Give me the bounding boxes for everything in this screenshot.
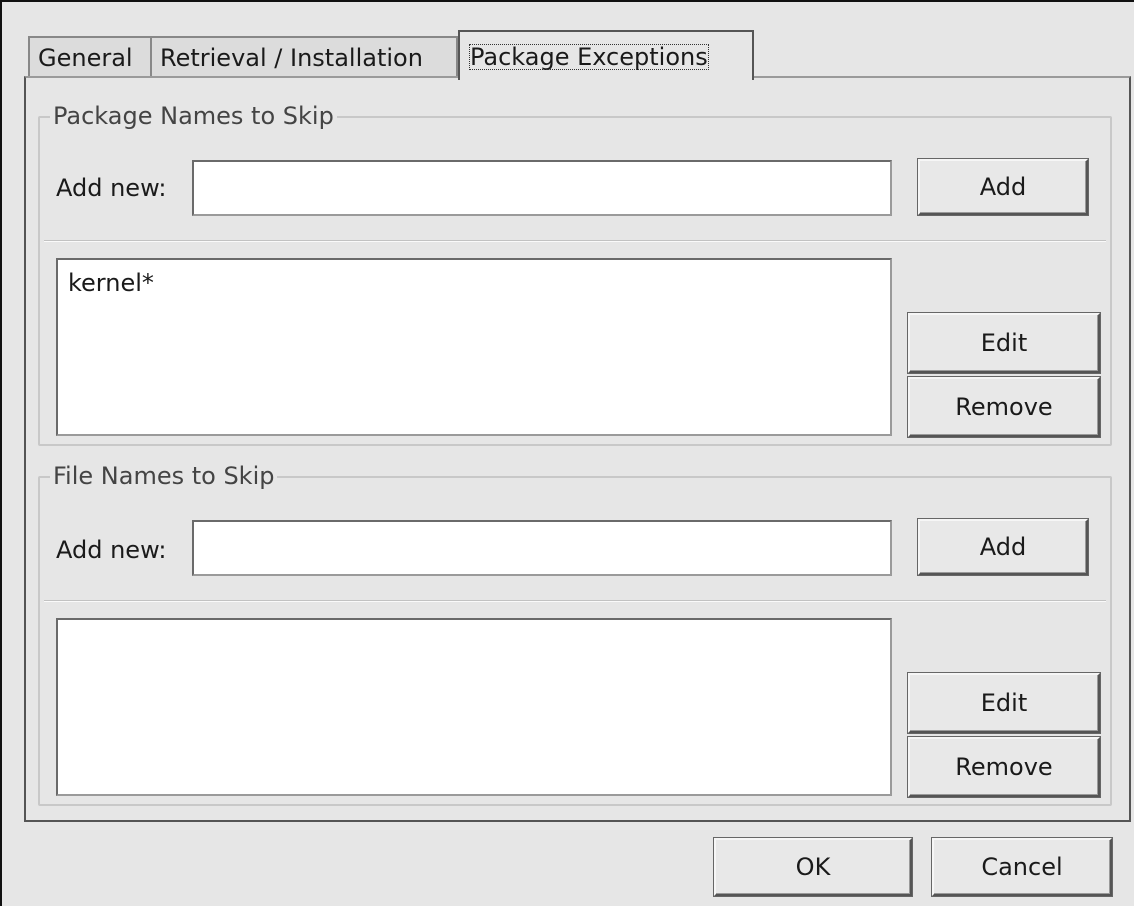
file-names-frame-title: File Names to Skip [50, 462, 278, 490]
file-remove-button[interactable]: Remove [908, 737, 1100, 797]
file-add-button[interactable]: Add [918, 519, 1088, 575]
tab-package-exceptions[interactable]: Package Exceptions [458, 30, 754, 80]
file-edit-button[interactable]: Edit [908, 673, 1100, 733]
ok-button[interactable]: OK [714, 838, 912, 896]
package-add-label: Add new: [56, 174, 167, 202]
file-separator [44, 600, 1106, 602]
file-names-frame: File Names to Skip Add new: Add Edit Rem… [38, 462, 1112, 806]
package-remove-button[interactable]: Remove [908, 377, 1100, 437]
tab-general[interactable]: General [28, 36, 152, 78]
file-edit-button-label: Edit [980, 689, 1028, 717]
package-separator [44, 240, 1106, 242]
file-remove-button-label: Remove [955, 753, 1053, 781]
cancel-button-label: Cancel [981, 853, 1063, 881]
file-add-label: Add new: [56, 536, 167, 564]
package-add-button[interactable]: Add [918, 159, 1088, 215]
package-add-input[interactable] [192, 160, 892, 216]
package-edit-button[interactable]: Edit [908, 313, 1100, 373]
package-list[interactable]: kernel* [56, 258, 892, 436]
package-names-frame-title: Package Names to Skip [50, 102, 337, 130]
file-list[interactable] [56, 618, 892, 796]
tab-retrieval-installation[interactable]: Retrieval / Installation [150, 36, 458, 78]
tab-label: General [38, 44, 133, 72]
package-names-frame: Package Names to Skip Add new: Add kerne… [38, 102, 1112, 446]
list-item[interactable]: kernel* [68, 268, 880, 298]
package-remove-button-label: Remove [955, 393, 1053, 421]
tab-label: Package Exceptions [468, 43, 709, 71]
cancel-button[interactable]: Cancel [932, 838, 1112, 896]
tab-page-package-exceptions: Package Names to Skip Add new: Add kerne… [24, 76, 1131, 822]
package-edit-button-label: Edit [980, 329, 1028, 357]
ok-button-label: OK [795, 853, 831, 881]
tab-label: Retrieval / Installation [160, 44, 423, 72]
file-add-input[interactable] [192, 520, 892, 576]
file-add-button-label: Add [979, 533, 1027, 561]
package-add-button-label: Add [979, 173, 1027, 201]
